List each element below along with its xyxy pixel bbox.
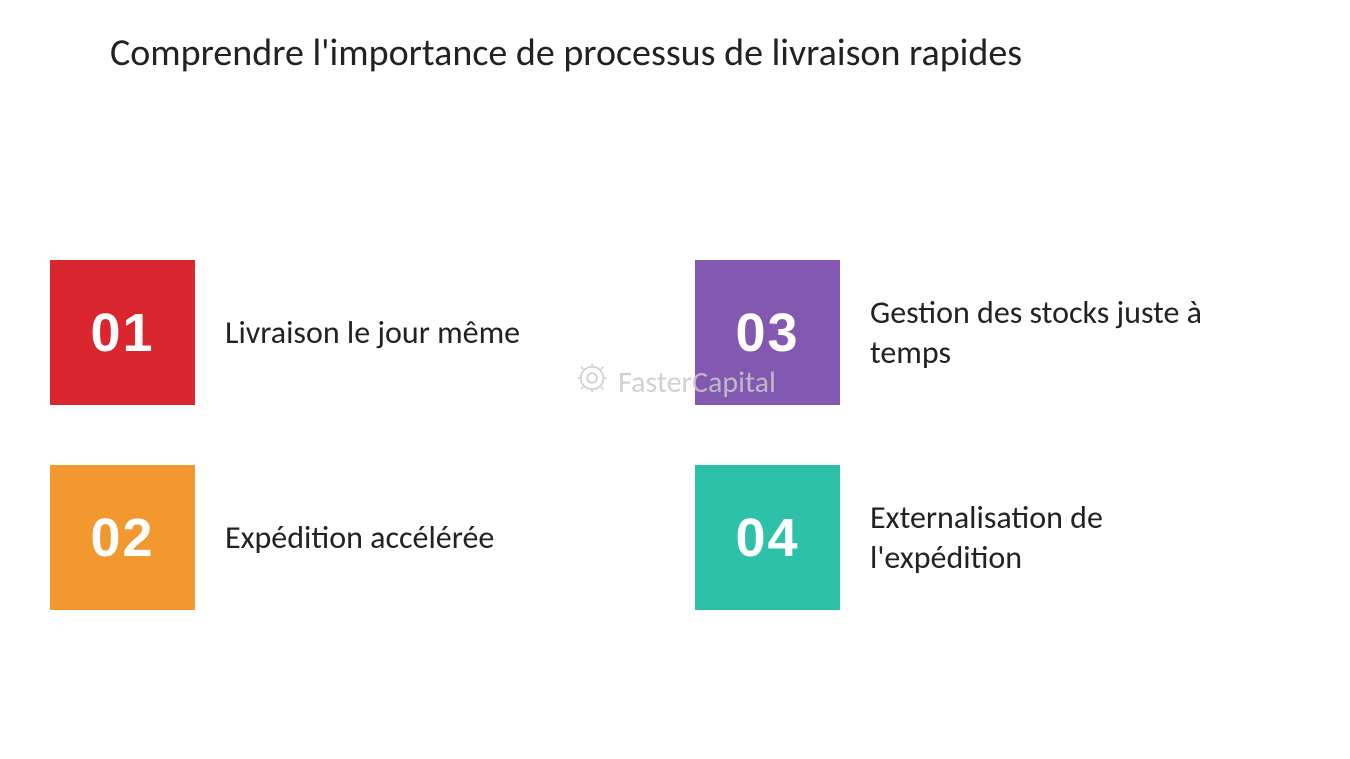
list-item: 03 Gestion des stocks juste à temps — [695, 260, 1300, 405]
item-label: Livraison le jour même — [225, 313, 520, 353]
page-title: Comprendre l'importance de processus de … — [0, 0, 1350, 76]
items-grid: 01 Livraison le jour même 03 Gestion des… — [50, 260, 1300, 610]
number-badge: 03 — [695, 260, 840, 405]
list-item: 02 Expédition accélérée — [50, 465, 655, 610]
item-label: Expédition accélérée — [225, 518, 494, 558]
item-label: Gestion des stocks juste à temps — [870, 293, 1250, 373]
number-badge: 04 — [695, 465, 840, 610]
item-label: Externalisation de l'expédition — [870, 498, 1250, 578]
number-badge: 02 — [50, 465, 195, 610]
list-item: 01 Livraison le jour même — [50, 260, 655, 405]
number-badge: 01 — [50, 260, 195, 405]
list-item: 04 Externalisation de l'expédition — [695, 465, 1300, 610]
